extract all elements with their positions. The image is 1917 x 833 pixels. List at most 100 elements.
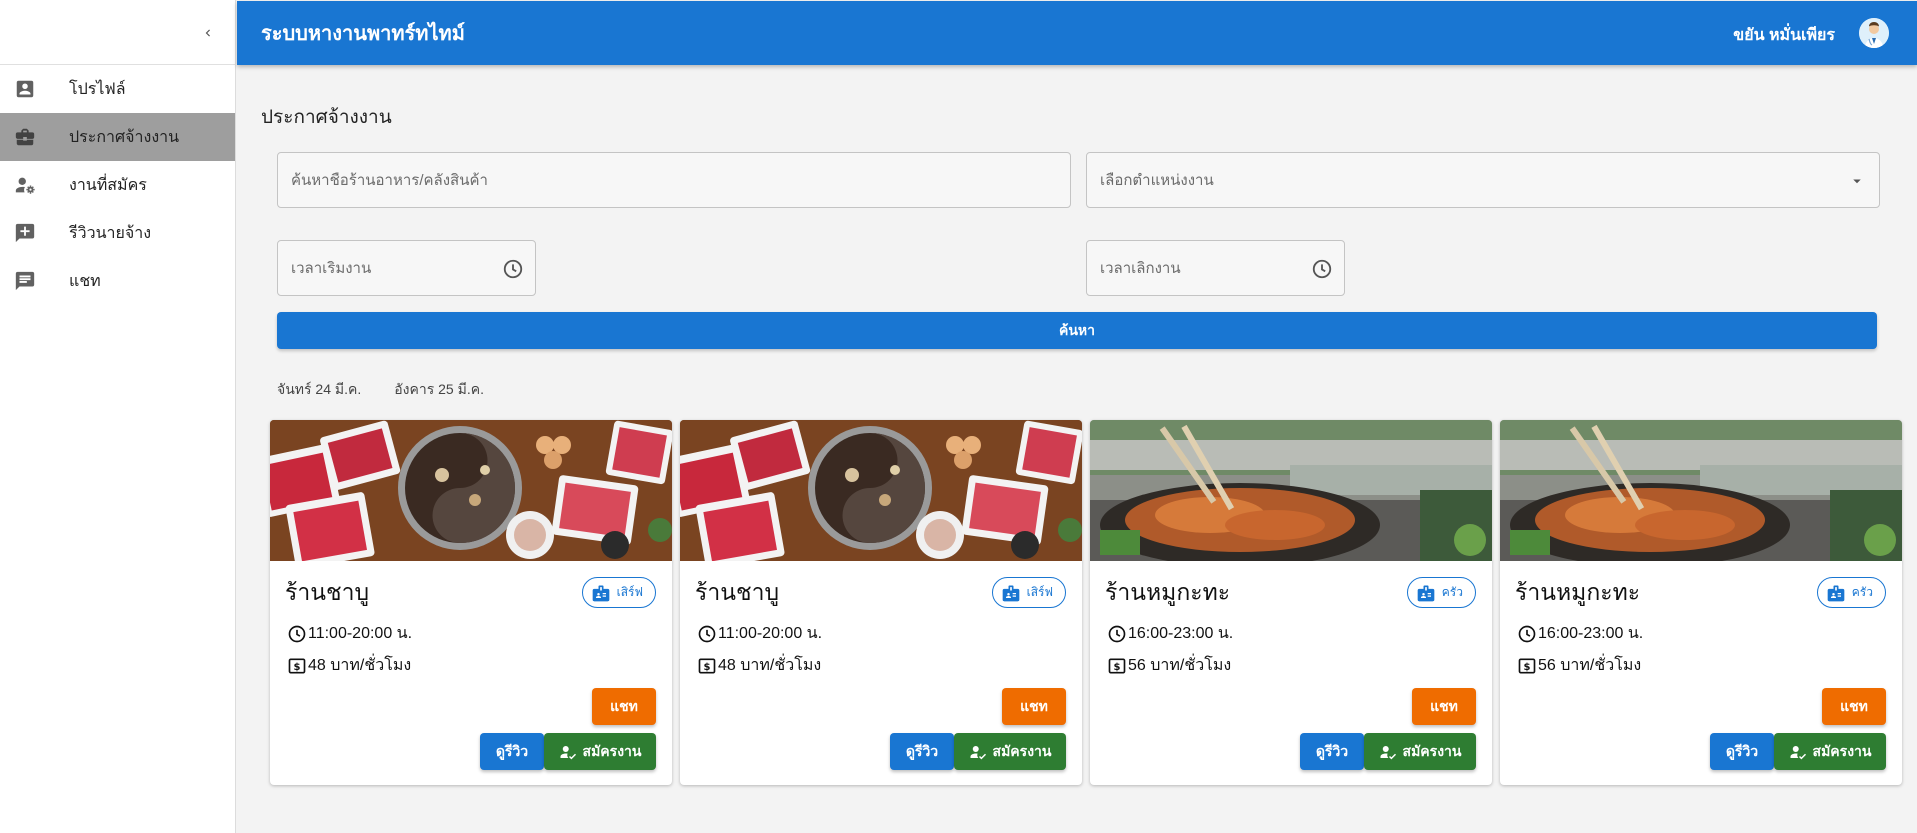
job-card: ร้านหมูกะทะ ครัว 16:00-23:00 น. $ 56 บาท… (1500, 420, 1902, 785)
apply-button-label: สมัครงาน (1402, 742, 1462, 759)
position-select[interactable]: เลือกตำแหน่งงาน (1086, 152, 1880, 208)
app-title: ระบบหางานพาทร์ทไทม์ (261, 23, 465, 45)
account-box-icon (13, 77, 37, 101)
bbq-photo (1500, 420, 1902, 561)
chat-button[interactable]: แชท (1412, 688, 1476, 725)
arrow-drop-down-icon (1845, 169, 1869, 193)
view-review-button[interactable]: ดูรีวิว (1710, 733, 1774, 770)
apply-button[interactable]: สมัครงาน (954, 733, 1066, 770)
position-label: เสิร์ฟ (1026, 585, 1053, 599)
clock-icon (286, 623, 308, 645)
avatar[interactable] (1859, 18, 1889, 48)
position-label: ครัว (1441, 585, 1463, 599)
chat-button[interactable]: แชท (1002, 688, 1066, 725)
clock-icon (1106, 623, 1128, 645)
doctor-avatar-icon (1859, 18, 1889, 48)
job-image (1500, 420, 1902, 561)
clock-icon[interactable] (501, 257, 525, 281)
bbq-photo (1090, 420, 1492, 561)
end-time-field[interactable] (1086, 240, 1345, 296)
view-review-button[interactable]: ดูรีวิว (890, 733, 954, 770)
apply-button[interactable]: สมัครงาน (1774, 733, 1886, 770)
date-tab-tue[interactable]: อังคาร 25 มี.ค. (394, 379, 484, 401)
sidebar-item-profile[interactable]: โปรไฟล์ (0, 65, 235, 113)
money-icon: $ (696, 655, 718, 677)
review-button-label: ดูรีวิว (1315, 742, 1349, 759)
job-time-row: 16:00-23:00 น. (1106, 621, 1233, 646)
badge-icon (1002, 585, 1019, 601)
start-time-input[interactable] (291, 259, 446, 277)
user-name[interactable]: ขยัน หมั่นเพียร (1733, 23, 1835, 48)
person-check-icon (560, 745, 576, 759)
position-chip: เสิร์ฟ (991, 577, 1066, 608)
svg-text:$: $ (704, 661, 711, 672)
sidebar-item-applied-jobs[interactable]: งานที่สมัคร (0, 161, 235, 209)
sidebar-item-label: งานที่สมัคร (69, 176, 147, 194)
person-check-icon (1380, 745, 1396, 759)
end-time-input[interactable] (1100, 259, 1255, 277)
clock-icon (696, 623, 718, 645)
sidebar-item-job-posts[interactable]: ประกาศจ้างงาน (0, 113, 235, 161)
sidebar-item-label: โปรไฟล์ (69, 80, 126, 98)
chat-button[interactable]: แชท (592, 688, 656, 725)
job-time-row: 11:00-20:00 น. (696, 621, 822, 646)
collapse-sidebar-button[interactable] (195, 20, 221, 46)
job-shop-name: ร้านชาบู (695, 579, 780, 605)
sidebar-item-reviews[interactable]: รีวิวนายจ้าง (0, 209, 235, 257)
review-button-label: ดูรีวิว (1725, 742, 1759, 759)
start-time-field[interactable] (277, 240, 536, 296)
clock-icon[interactable] (1310, 257, 1334, 281)
sidebar-item-chat[interactable]: แชท (0, 257, 235, 305)
money-icon: $ (1106, 655, 1128, 677)
chat-button[interactable]: แชท (1822, 688, 1886, 725)
date-tabs: จันทร์ 24 มี.ค. อังคาร 25 มี.ค. (277, 379, 484, 401)
sidebar-item-label: แชท (69, 272, 101, 290)
chat-button-label: แชท (1430, 697, 1458, 714)
job-card: ร้านชาบู เสิร์ฟ 11:00-20:00 น. $ 48 บาท/… (270, 420, 672, 785)
job-time: 11:00-20:00 น. (308, 625, 413, 642)
apply-button-label: สมัครงาน (992, 742, 1052, 759)
view-review-button[interactable]: ดูรีวิว (480, 733, 544, 770)
money-icon: $ (1516, 655, 1538, 677)
job-wage-row: $ 56 บาท/ชั่วโมง (1516, 653, 1641, 678)
main-content: ประกาศจ้างงาน เลือกตำแหน่งงาน ค้นหา จันท… (237, 65, 1917, 833)
add-comment-icon (13, 221, 37, 245)
job-time-row: 11:00-20:00 น. (286, 621, 412, 646)
job-card: ร้านชาบู เสิร์ฟ 11:00-20:00 น. $ 48 บาท/… (680, 420, 1082, 785)
clock-icon (1516, 623, 1538, 645)
chat-icon (13, 269, 37, 293)
person-check-icon (970, 745, 986, 759)
app-bar: ระบบหางานพาทร์ทไทม์ ขยัน หมั่นเพียร (237, 1, 1917, 65)
search-button[interactable]: ค้นหา (277, 312, 1877, 349)
apply-button[interactable]: สมัครงาน (544, 733, 656, 770)
shop-search-field[interactable] (277, 152, 1071, 208)
svg-text:$: $ (1114, 661, 1121, 672)
job-cards: ร้านชาบู เสิร์ฟ 11:00-20:00 น. $ 48 บาท/… (270, 420, 1902, 785)
date-tab-mon[interactable]: จันทร์ 24 มี.ค. (277, 379, 361, 401)
view-review-button[interactable]: ดูรีวิว (1300, 733, 1364, 770)
position-label: ครัว (1851, 585, 1873, 599)
chat-button-label: แชท (610, 697, 638, 714)
review-button-label: ดูรีวิว (495, 742, 529, 759)
shabu-photo (270, 420, 672, 561)
job-image (680, 420, 1082, 561)
chat-button-label: แชท (1020, 697, 1048, 714)
money-icon: $ (286, 655, 308, 677)
sidebar-header (0, 0, 235, 65)
job-time-row: 16:00-23:00 น. (1516, 621, 1643, 646)
badge-icon (1417, 585, 1435, 601)
person-gear-icon (13, 173, 37, 197)
sidebar-item-label: ประกาศจ้างงาน (69, 128, 180, 146)
chevron-left-icon (205, 29, 210, 37)
review-button-label: ดูรีวิว (905, 742, 939, 759)
position-chip: ครัว (1816, 577, 1886, 608)
apply-button-label: สมัครงาน (1812, 742, 1872, 759)
shabu-photo (680, 420, 1082, 561)
apply-button-label: สมัครงาน (582, 742, 642, 759)
shop-search-input[interactable] (291, 171, 925, 189)
badge-icon (1827, 585, 1845, 601)
job-time: 16:00-23:00 น. (1128, 625, 1234, 642)
svg-text:$: $ (1524, 661, 1531, 672)
apply-button[interactable]: สมัครงาน (1364, 733, 1476, 770)
job-image (1090, 420, 1492, 561)
